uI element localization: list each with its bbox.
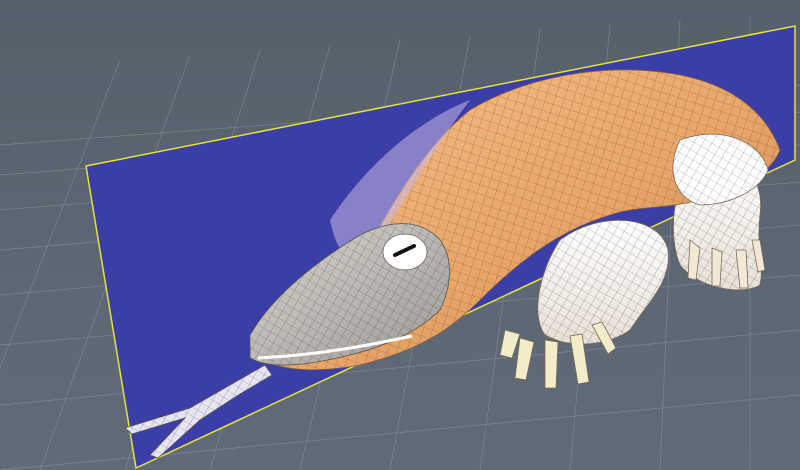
3d-viewport[interactable] [0,0,800,470]
viewport-canvas[interactable] [0,0,800,470]
